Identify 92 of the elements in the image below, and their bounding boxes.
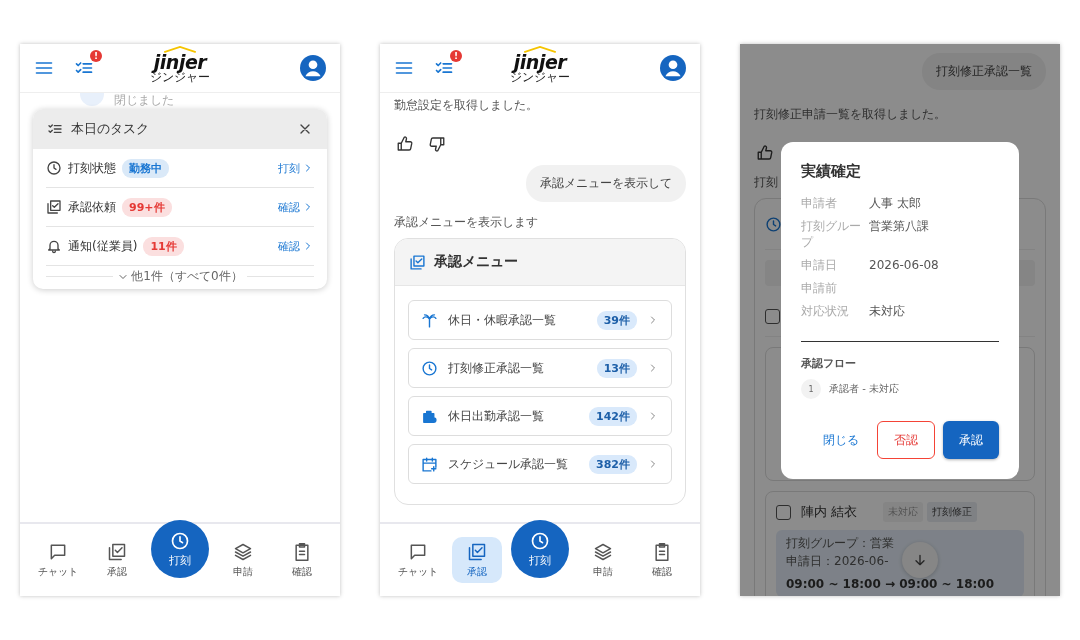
palm-tree-icon	[421, 311, 438, 329]
count-badge: 39件	[596, 310, 637, 330]
field-value: 2026-06-08	[869, 257, 940, 273]
user-avatar-icon[interactable]	[660, 55, 686, 81]
thumbs-down-icon[interactable]	[428, 135, 446, 153]
thumbs-up-icon[interactable]	[756, 144, 774, 162]
clock-icon	[46, 160, 62, 176]
thumbs-up-icon[interactable]	[396, 135, 414, 153]
nav-tab[interactable]: 確認	[637, 537, 688, 583]
checked-stack-icon	[106, 541, 127, 562]
count-badge: 142件	[589, 406, 637, 426]
field-label: 申請日	[801, 257, 838, 273]
menu-item-label: 打刻修正承認一覧	[448, 359, 545, 377]
task-link[interactable]: 確認	[278, 238, 314, 254]
field-value: 人事 太郎	[869, 195, 922, 211]
layers-icon	[593, 541, 614, 562]
menu-item-label: 休日・休暇承認一覧	[448, 311, 557, 329]
bot-message: 打刻	[754, 174, 779, 190]
alert-badge: !	[90, 50, 102, 62]
alert-badge: !	[450, 50, 462, 62]
checked-stack-icon	[409, 253, 426, 271]
nav-tab[interactable]: 確認	[277, 537, 328, 583]
dialog-button[interactable]: 承認	[943, 421, 999, 459]
field-label: 申請者	[801, 195, 838, 211]
time-range: 09:00 ~ 18:00 → 09:00 ~ 18:00	[786, 578, 995, 591]
info-text: 打刻グループ：営業	[786, 536, 894, 550]
count-badge: 13件	[596, 358, 637, 378]
field-value: 営業第八課	[869, 218, 930, 235]
task-label: 打刻状態	[68, 159, 116, 177]
panel-title: 本日のタスク	[71, 120, 149, 138]
task-label: 承認依頼	[68, 198, 116, 216]
info-text: 申請日：2026-06-	[786, 554, 889, 568]
layers-icon	[233, 541, 254, 562]
bot-message: 承認メニューを表示します	[394, 214, 539, 230]
nav-tab[interactable]: 申請	[578, 537, 629, 583]
bot-message: 打刻修正申請一覧を取得しました。	[754, 106, 947, 122]
menu-item[interactable]: 休日・休暇承認一覧 39件	[408, 300, 672, 340]
task-link[interactable]: 打刻	[278, 160, 314, 176]
menu-item[interactable]: スケジュール承認一覧 382件	[408, 444, 672, 484]
show-more-button[interactable]: 他1件（すべて0件）	[117, 268, 243, 285]
user-message-bubble: 打刻修正承認一覧	[922, 53, 1046, 90]
menu-item[interactable]: 打刻修正承認一覧 13件	[408, 348, 672, 388]
roof-icon	[522, 46, 558, 53]
menu-item-label: スケジュール承認一覧	[448, 455, 569, 473]
step-number: 1	[801, 379, 821, 399]
menu-item[interactable]: 休日出勤承認一覧 142件	[408, 396, 672, 436]
nav-tab[interactable]: 承認	[451, 537, 502, 583]
clock-icon	[765, 215, 782, 233]
step-text: 承認者 - 未対応	[829, 382, 899, 396]
nav-tab[interactable]: 申請	[218, 537, 269, 583]
nav-tab[interactable]: 承認	[91, 537, 142, 583]
punch-button[interactable]: 打刻	[510, 520, 569, 578]
logo-subtext: ジンジャー	[150, 71, 210, 84]
dialog-button[interactable]: 閉じる	[813, 421, 869, 459]
arrow-down-icon	[912, 552, 928, 568]
section-title: 承認フロー	[801, 356, 857, 371]
field-label: 打刻グループ	[801, 218, 862, 250]
checked-stack-icon	[46, 199, 62, 215]
checkbox[interactable]	[765, 308, 780, 324]
status-badge: 99+件	[122, 197, 172, 217]
nav-tab[interactable]: チャット	[392, 537, 443, 583]
checked-stack-icon	[466, 541, 487, 562]
logo-text: jinjer	[153, 53, 207, 71]
bot-message: 勤怠設定を取得しました。	[394, 97, 539, 113]
clock-icon	[421, 359, 438, 377]
field-label: 申請前	[801, 280, 838, 296]
status-badge: 勤務中	[122, 158, 169, 178]
dialog-button[interactable]: 否認	[877, 421, 935, 459]
status-badge: 11件	[143, 236, 184, 256]
punch-button[interactable]: 打刻	[150, 520, 209, 578]
task-label: 通知(従業員)	[68, 237, 138, 255]
menu-item-label: 休日出勤承認一覧	[448, 407, 545, 425]
clock-icon	[529, 530, 550, 551]
user-avatar-icon[interactable]	[300, 55, 326, 81]
count-badge: 382件	[589, 454, 637, 474]
user-message-bubble: 承認メニューを表示して	[526, 165, 686, 202]
field-label: 対応状況	[801, 303, 850, 319]
checkbox[interactable]	[776, 504, 791, 520]
clock-icon	[169, 530, 190, 551]
calendar-plus-icon	[421, 455, 438, 473]
applicant-name: 陣内 結衣	[801, 503, 858, 521]
roof-icon	[162, 46, 198, 53]
dialog-title: 実績確定	[801, 162, 862, 181]
type-tag: 打刻修正	[927, 502, 978, 522]
bell-icon	[46, 238, 62, 254]
chat-message: 閉じました	[114, 93, 174, 107]
task-link[interactable]: 確認	[278, 199, 314, 215]
nav-tab[interactable]: チャット	[32, 537, 83, 583]
card-title: 承認メニュー	[434, 253, 518, 271]
field-value: 未対応	[869, 303, 906, 319]
logo-subtext: ジンジャー	[510, 71, 570, 84]
logo-text: jinjer	[513, 53, 567, 71]
